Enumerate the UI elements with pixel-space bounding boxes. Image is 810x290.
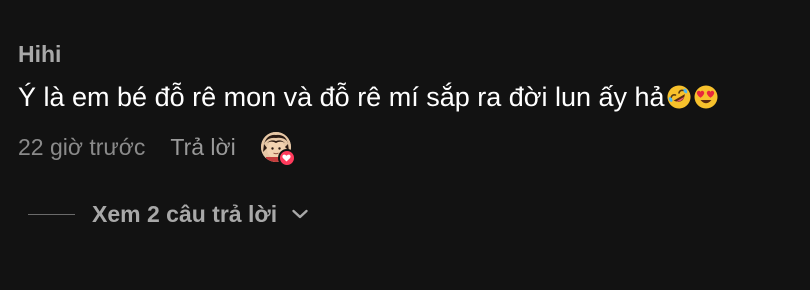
replies-divider [28, 213, 75, 215]
view-replies-button[interactable]: Xem 2 câu trả lời [28, 198, 309, 230]
comment-timestamp: 22 giờ trước [18, 134, 146, 160]
heart-icon [277, 149, 296, 167]
view-replies-label: Xem 2 câu trả lời [92, 201, 278, 227]
comment-item: Hihi Ý là em bé đỗ rê mon và đỗ rê mí sắ… [0, 0, 810, 290]
chevron-down-icon [291, 205, 309, 223]
comment-body: Ý là em bé đỗ rê mon và đỗ rê mí sắp ra … [18, 80, 719, 114]
heart-eyes-emoji-icon [694, 85, 718, 109]
creator-liked-badge [260, 132, 296, 167]
comment-username[interactable]: Hihi [18, 40, 61, 68]
comment-text: Ý là em bé đỗ rê mon và đỗ rê mí sắp ra … [18, 82, 665, 112]
reply-button[interactable]: Trả lời [170, 133, 235, 161]
comment-meta: 22 giờ trước Trả lời [18, 131, 296, 167]
rolling-on-floor-laughing-emoji-icon [667, 85, 691, 109]
